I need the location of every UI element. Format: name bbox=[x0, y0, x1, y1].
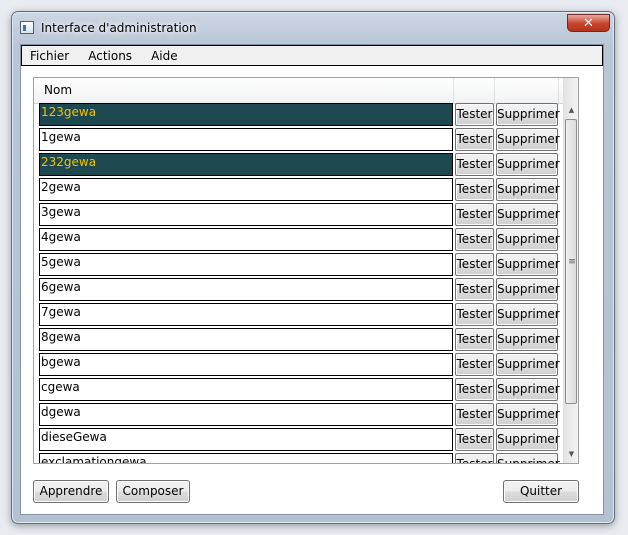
supprimer-button[interactable]: Supprimer bbox=[496, 353, 560, 376]
row-name-cell[interactable]: 7gewa bbox=[39, 303, 453, 326]
supprimer-button[interactable]: Supprimer bbox=[496, 403, 560, 426]
supprimer-button[interactable]: Supprimer bbox=[496, 378, 560, 401]
row-name-cell[interactable]: 232gewa bbox=[39, 153, 453, 176]
grid-header: Nom bbox=[34, 78, 565, 104]
row-name-cell[interactable]: 4gewa bbox=[39, 228, 453, 251]
vertical-scrollbar[interactable]: ▲ ≡ ▼ bbox=[563, 78, 578, 463]
row-name-cell[interactable]: 123gewa bbox=[39, 103, 453, 126]
tester-button[interactable]: Tester bbox=[455, 178, 494, 201]
grid-rows: 123gewa Tester Supprimer 1gewa Tester Supprim… bbox=[34, 102, 565, 463]
menu-aide[interactable]: Aide bbox=[151, 49, 178, 63]
table-row[interactable]: 123gewa Tester Supprimer bbox=[34, 102, 565, 127]
tester-button[interactable]: Tester bbox=[455, 353, 494, 376]
table-row[interactable]: exclamationgewa Tester Supprimer bbox=[34, 452, 565, 463]
table-row[interactable]: 5gewa Tester Supprimer bbox=[34, 252, 565, 277]
tester-button[interactable]: Tester bbox=[455, 378, 494, 401]
apprendre-button[interactable]: Apprendre bbox=[33, 480, 109, 503]
supprimer-button[interactable]: Supprimer bbox=[496, 303, 560, 326]
supprimer-button[interactable]: Supprimer bbox=[496, 428, 560, 451]
app-window: Interface d'administration ✕ Fichier Act… bbox=[11, 11, 615, 524]
scroll-grip-icon: ≡ bbox=[568, 257, 576, 267]
tester-button[interactable]: Tester bbox=[455, 128, 494, 151]
column-header-delete bbox=[494, 78, 559, 103]
table-row[interactable]: dieseGewa Tester Supprimer bbox=[34, 427, 565, 452]
supprimer-button[interactable]: Supprimer bbox=[496, 103, 560, 126]
row-name-cell[interactable]: bgewa bbox=[39, 353, 453, 376]
table-row[interactable]: bgewa Tester Supprimer bbox=[34, 352, 565, 377]
tester-button[interactable]: Tester bbox=[455, 328, 494, 351]
tester-button[interactable]: Tester bbox=[455, 303, 494, 326]
table-row[interactable]: dgewa Tester Supprimer bbox=[34, 402, 565, 427]
table-row[interactable]: 8gewa Tester Supprimer bbox=[34, 327, 565, 352]
row-name-cell[interactable]: 1gewa bbox=[39, 128, 453, 151]
supprimer-button[interactable]: Supprimer bbox=[496, 253, 560, 276]
table-row[interactable]: 232gewa Tester Supprimer bbox=[34, 152, 565, 177]
column-header-nom[interactable]: Nom bbox=[34, 78, 454, 103]
app-window-icon bbox=[20, 21, 34, 34]
tester-button[interactable]: Tester bbox=[455, 203, 494, 226]
table-row[interactable]: cgewa Tester Supprimer bbox=[34, 377, 565, 402]
window-title: Interface d'administration bbox=[41, 21, 197, 35]
row-name-cell[interactable]: dieseGewa bbox=[39, 428, 453, 451]
supprimer-button[interactable]: Supprimer bbox=[496, 203, 560, 226]
supprimer-button[interactable]: Supprimer bbox=[496, 278, 560, 301]
composer-button[interactable]: Composer bbox=[116, 480, 190, 503]
supprimer-button[interactable]: Supprimer bbox=[496, 228, 560, 251]
tester-button[interactable]: Tester bbox=[455, 228, 494, 251]
menu-bar: Fichier Actions Aide bbox=[21, 45, 603, 66]
row-name-cell[interactable]: 2gewa bbox=[39, 178, 453, 201]
close-button[interactable]: ✕ bbox=[567, 14, 610, 32]
row-name-cell[interactable]: 5gewa bbox=[39, 253, 453, 276]
close-icon: ✕ bbox=[583, 16, 594, 31]
table-row[interactable]: 4gewa Tester Supprimer bbox=[34, 227, 565, 252]
tester-button[interactable]: Tester bbox=[455, 253, 494, 276]
table-row[interactable]: 3gewa Tester Supprimer bbox=[34, 202, 565, 227]
column-header-test bbox=[454, 78, 495, 103]
tester-button[interactable]: Tester bbox=[455, 103, 494, 126]
table-row[interactable]: 6gewa Tester Supprimer bbox=[34, 277, 565, 302]
supprimer-button[interactable]: Supprimer bbox=[496, 453, 560, 463]
row-name-cell[interactable]: 3gewa bbox=[39, 203, 453, 226]
tester-button[interactable]: Tester bbox=[455, 278, 494, 301]
row-name-cell[interactable]: cgewa bbox=[39, 378, 453, 401]
table-row[interactable]: 7gewa Tester Supprimer bbox=[34, 302, 565, 327]
scroll-thumb[interactable]: ≡ bbox=[565, 119, 577, 404]
title-bar[interactable]: Interface d'administration ✕ bbox=[12, 12, 614, 44]
table-row[interactable]: 1gewa Tester Supprimer bbox=[34, 127, 565, 152]
row-name-cell[interactable]: dgewa bbox=[39, 403, 453, 426]
menu-actions[interactable]: Actions bbox=[88, 49, 132, 63]
names-grid: Nom 123gewa Tester Supprimer 1gewa Tester Sup… bbox=[33, 77, 579, 464]
scroll-down-icon[interactable]: ▼ bbox=[564, 446, 578, 463]
tester-button[interactable]: Tester bbox=[455, 428, 494, 451]
supprimer-button[interactable]: Supprimer bbox=[496, 178, 560, 201]
table-row[interactable]: 2gewa Tester Supprimer bbox=[34, 177, 565, 202]
tester-button[interactable]: Tester bbox=[455, 403, 494, 426]
row-name-cell[interactable]: 6gewa bbox=[39, 278, 453, 301]
client-area: Fichier Actions Aide Nom 123gewa Tester Su… bbox=[20, 44, 604, 515]
tester-button[interactable]: Tester bbox=[455, 453, 494, 463]
row-name-cell[interactable]: exclamationgewa bbox=[39, 453, 453, 463]
menu-fichier[interactable]: Fichier bbox=[30, 49, 69, 63]
supprimer-button[interactable]: Supprimer bbox=[496, 328, 560, 351]
quitter-button[interactable]: Quitter bbox=[503, 480, 579, 503]
scroll-up-icon[interactable]: ▲ bbox=[564, 102, 578, 119]
row-name-cell[interactable]: 8gewa bbox=[39, 328, 453, 351]
tester-button[interactable]: Tester bbox=[455, 153, 494, 176]
supprimer-button[interactable]: Supprimer bbox=[496, 128, 560, 151]
supprimer-button[interactable]: Supprimer bbox=[496, 153, 560, 176]
